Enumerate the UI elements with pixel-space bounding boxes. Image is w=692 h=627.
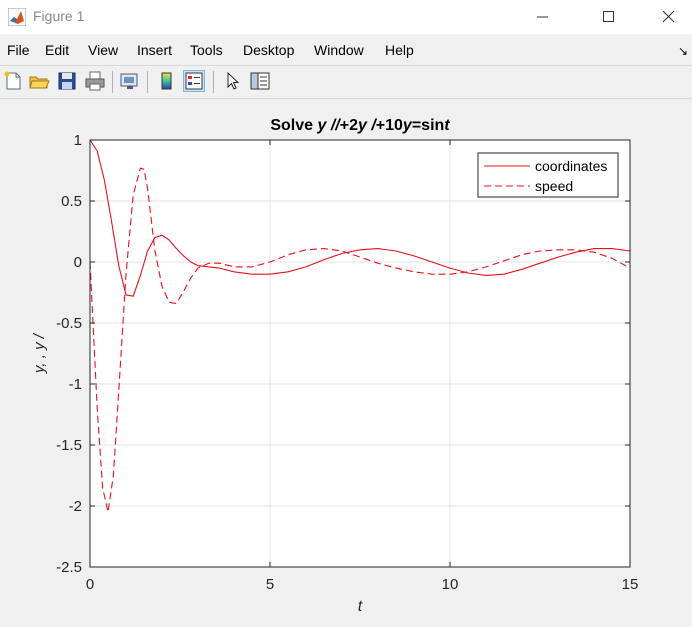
toolbar-separator [147, 71, 148, 93]
chart-title: Solve y //+2y /+10y=sint [270, 117, 450, 134]
menu-window[interactable]: Window [314, 42, 364, 58]
y-tick-label: -1.5 [56, 437, 82, 454]
new-figure-button[interactable] [2, 70, 24, 92]
y-tick-label: -2 [69, 498, 82, 515]
x-tick-label: 15 [622, 576, 639, 593]
legend-label-speed: speed [535, 178, 573, 194]
menu-view[interactable]: View [88, 42, 118, 58]
matlab-logo-icon [8, 8, 26, 26]
pointer-icon [227, 71, 240, 90]
x-tick-label: 10 [442, 576, 459, 593]
y-axis-label: y, , y / [31, 332, 48, 374]
print-button[interactable] [84, 70, 106, 92]
window-title-bar[interactable]: Figure 1 [0, 0, 692, 34]
menu-tools[interactable]: Tools [190, 42, 223, 58]
save-icon [58, 72, 76, 90]
x-tick-label: 5 [266, 576, 274, 593]
colorbar-icon [161, 72, 172, 90]
legend-box[interactable]: coordinates speed [477, 152, 619, 198]
property-editor-icon [250, 72, 270, 90]
y-tick-label: -1 [69, 376, 82, 393]
legend-icon [185, 72, 203, 90]
plot-svg[interactable]: 0 5 10 15 -2.5 -2 -1.5 -1 -0.5 0 0.5 1 Solve y //+2… [0, 98, 692, 622]
y-tick-label: 0.5 [61, 193, 82, 210]
open-file-button[interactable] [28, 70, 50, 92]
legend-button[interactable] [183, 70, 205, 92]
print-icon [85, 71, 105, 91]
x-tick-label: 0 [86, 576, 94, 593]
open-file-icon [29, 76, 50, 89]
save-button[interactable] [56, 70, 78, 92]
y-tick-label: 0 [74, 254, 82, 271]
dock-figure-icon[interactable]: ↘ [678, 44, 688, 58]
y-tick-label: -0.5 [56, 315, 82, 332]
property-editor-button[interactable] [249, 70, 271, 92]
menu-file[interactable]: File [7, 42, 30, 58]
close-button[interactable] [646, 0, 692, 34]
axes-background[interactable] [90, 140, 630, 567]
minimize-button[interactable] [520, 0, 566, 34]
toolbar-separator [112, 71, 113, 93]
window-title: Figure 1 [33, 8, 85, 24]
minimize-icon [537, 16, 548, 18]
menu-desktop[interactable]: Desktop [243, 42, 294, 58]
x-axis-label: t [358, 598, 363, 615]
menu-insert[interactable]: Insert [137, 42, 172, 58]
figure-toolbar [0, 65, 692, 99]
menu-edit[interactable]: Edit [45, 42, 69, 58]
y-tick-label: 1 [74, 132, 82, 149]
new-figure-icon [4, 71, 21, 90]
close-icon [663, 11, 675, 23]
menu-help[interactable]: Help [385, 42, 414, 58]
figure-canvas[interactable]: 0 5 10 15 -2.5 -2 -1.5 -1 -0.5 0 0.5 1 Solve y //+2… [0, 98, 692, 622]
link-plot-icon [120, 73, 138, 89]
pointer-button[interactable] [222, 70, 244, 92]
menu-bar: File Edit View Insert Tools Desktop Wind… [0, 38, 692, 62]
link-plot-button[interactable] [119, 70, 141, 92]
y-tick-label: -2.5 [56, 559, 82, 576]
maximize-button[interactable] [586, 0, 632, 34]
maximize-icon [603, 11, 614, 22]
colorbar-button[interactable] [156, 70, 178, 92]
toolbar-separator [213, 71, 214, 93]
legend-label-coordinates: coordinates [535, 158, 607, 174]
